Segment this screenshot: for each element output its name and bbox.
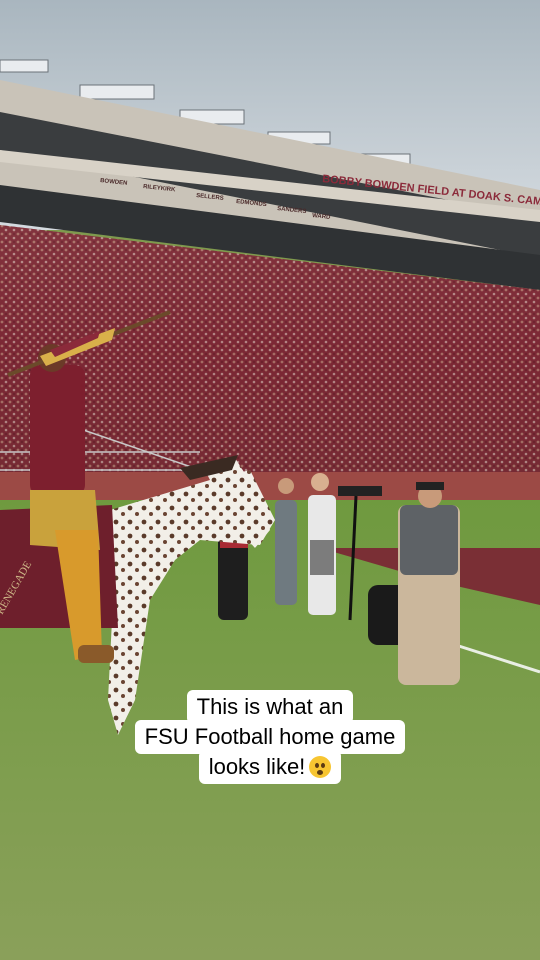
caption-line-1: This is what an	[186, 690, 354, 724]
caption-line-2: FSU Football home game	[134, 720, 406, 754]
caption-line-3: looks like!	[198, 750, 342, 784]
stadium-photo: BOBBY BOWDEN FIELD AT DOAK S. CAMPBELL B…	[0, 0, 540, 960]
flushed-face-icon	[309, 756, 332, 778]
caption-line-3-text: looks like!	[208, 754, 306, 779]
caption-overlay: This is what an FSU Football home game l…	[0, 690, 540, 784]
